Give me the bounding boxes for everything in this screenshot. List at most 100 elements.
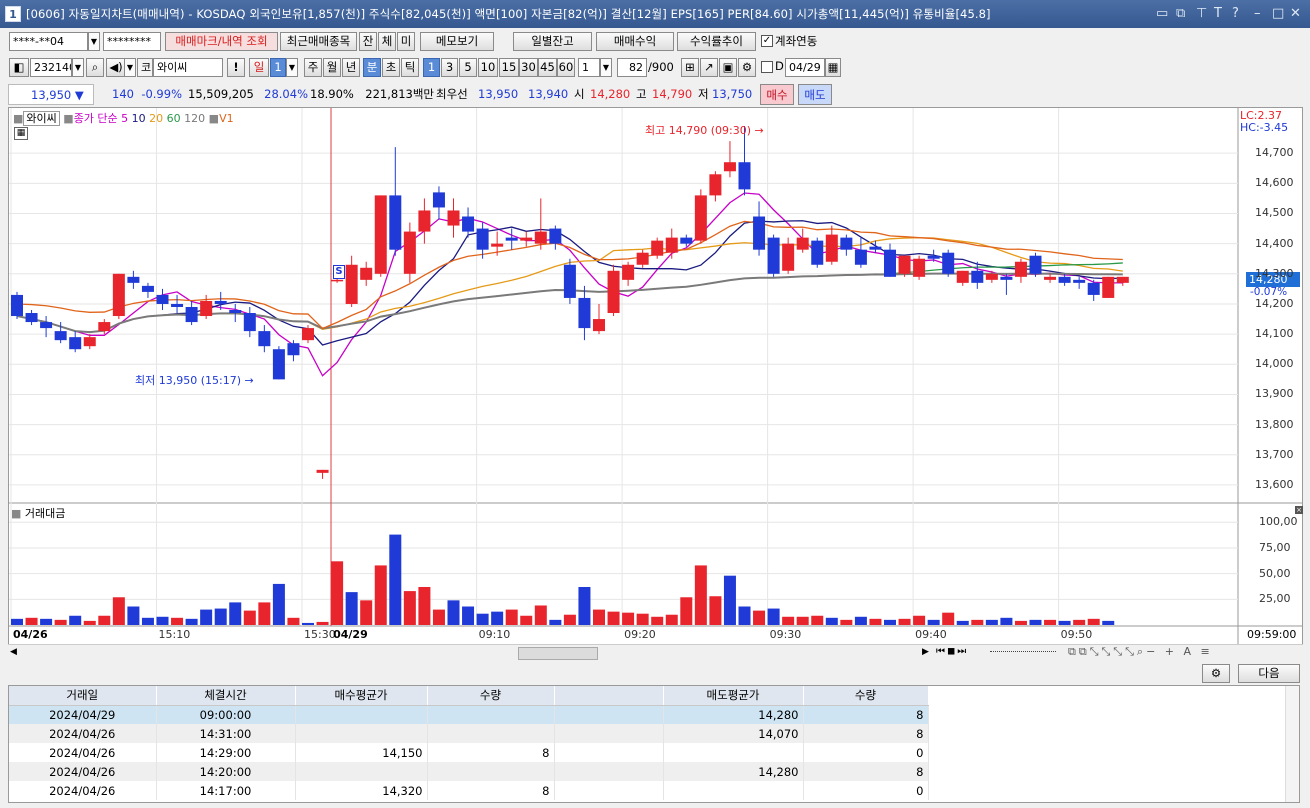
count-dropdown-icon[interactable]: ▼ [600, 58, 612, 77]
close-icon[interactable]: ✕ [1290, 0, 1301, 28]
minimize-icon[interactable]: – [1254, 0, 1261, 28]
pin-icon[interactable]: ⊤ [1196, 0, 1207, 28]
open-label: 시 [574, 87, 585, 101]
period-minute-button[interactable]: 분 [363, 58, 381, 77]
password-field[interactable]: ******** [103, 32, 161, 51]
memo-button[interactable]: 메모보기 [420, 32, 494, 51]
stock-list-icon[interactable]: ◧ [9, 58, 29, 77]
price-tick-label: 14,600 [1255, 176, 1294, 190]
trade-mark-button[interactable]: 매매마크/내역 조회 [165, 32, 278, 51]
daily-balance-button[interactable]: 일별잔고 [513, 32, 592, 51]
balance-button[interactable]: 잔 [359, 32, 377, 51]
sound-icon[interactable]: ◀) [106, 58, 126, 77]
period-month-button[interactable]: 월 [323, 58, 341, 77]
next-button[interactable]: 다음 [1238, 664, 1300, 683]
settings-icon[interactable]: ⚙ [1202, 664, 1230, 683]
grid-toggle-icon[interactable]: ▦ [14, 127, 28, 140]
d-checkbox[interactable] [761, 61, 773, 73]
legend-stock-name[interactable]: 와이씨 [23, 111, 60, 126]
code-dropdown-icon[interactable]: ▼ [72, 58, 84, 77]
sound-dropdown-icon[interactable]: ▼ [124, 58, 136, 77]
period-num-field[interactable]: 1 [270, 58, 286, 77]
interval-30-button[interactable]: 30 [519, 58, 538, 77]
tile-icon[interactable]: ⧉ [1176, 0, 1185, 28]
sell-signal-marker[interactable]: S [333, 265, 345, 279]
candle-body [1102, 276, 1115, 298]
zoom-slider[interactable] [990, 651, 1056, 654]
volume-tick-label: 75,00 [1259, 540, 1291, 554]
count-field[interactable]: 82 [617, 58, 647, 77]
interval-5-button[interactable]: 5 [459, 58, 477, 77]
time-label: 09:30 [769, 628, 802, 641]
candle-body [549, 228, 562, 244]
account-dropdown-icon[interactable]: ▼ [88, 32, 100, 51]
period-day-button[interactable]: 일 [249, 58, 269, 77]
stock-code-field[interactable]: 232140 [30, 58, 72, 77]
table-cell [295, 762, 428, 781]
chart-scroll-thumb[interactable] [518, 647, 598, 660]
table-cell: 14,150 [295, 743, 428, 762]
scroll-right-icon[interactable]: ▶ [922, 647, 929, 657]
volume-bar [956, 620, 969, 625]
table-cell: 09:00:00 [156, 705, 296, 724]
interval-3-button[interactable]: 3 [441, 58, 458, 77]
interval-10-button[interactable]: 10 [478, 58, 498, 77]
scroll-left-icon[interactable]: ◀ [10, 647, 17, 657]
interval-1-button[interactable]: 1 [423, 58, 440, 77]
table-cell [554, 743, 664, 762]
candle-body [840, 237, 853, 250]
volume-bar [651, 616, 664, 625]
sell-button[interactable]: 매도 [798, 84, 832, 105]
interval-15-button[interactable]: 15 [499, 58, 519, 77]
candle-body [389, 195, 402, 250]
settings-gear-icon[interactable]: ⚙ [738, 58, 756, 77]
help-icon[interactable]: ? [1232, 0, 1239, 28]
table-scrollbar[interactable] [1285, 686, 1299, 802]
candle-body [185, 306, 198, 323]
period-second-button[interactable]: 초 [382, 58, 400, 77]
table-cell: 0 [803, 743, 929, 762]
chart-tool-icons[interactable]: ⧉⧉⤡⤡⤡⤡⌕− + A ≡ [1068, 645, 1213, 659]
col-time: 체결시간 [156, 686, 296, 706]
table-row[interactable]: 2024/04/26 14:20:00 14,280 8 [9, 762, 929, 781]
table-row[interactable]: 2024/04/26 14:29:00 14,150 8 0 [9, 743, 929, 762]
text-icon[interactable]: T [1214, 0, 1222, 28]
table-row[interactable]: 2024/04/29 09:00:00 14,280 8 [9, 705, 929, 724]
interval-45-button[interactable]: 45 [538, 58, 557, 77]
period-dropdown-icon[interactable]: ▼ [286, 58, 298, 77]
period-tick-button[interactable]: 틱 [401, 58, 419, 77]
volume-bar [69, 615, 82, 625]
interval-60-button[interactable]: 60 [557, 58, 575, 77]
search-icon[interactable]: ⌕ [86, 58, 104, 77]
table-cell: 8 [803, 762, 929, 781]
period-week-button[interactable]: 주 [304, 58, 322, 77]
table-row[interactable]: 2024/04/26 14:31:00 14,070 8 [9, 724, 929, 743]
volume-bar [432, 609, 445, 625]
volume-panel-close-icon[interactable]: × [1295, 506, 1303, 514]
recent-stocks-button[interactable]: 최근매매종목 [280, 32, 357, 51]
alert-button[interactable]: ! [227, 58, 245, 77]
trade-profit-button[interactable]: 매매수익 [596, 32, 674, 51]
account-field[interactable]: ****-**04 [9, 32, 88, 51]
maximize-icon[interactable]: □ [1272, 0, 1284, 28]
restore-icon[interactable]: ▭ [1156, 0, 1168, 28]
indicator-icon[interactable]: ⊞ [681, 58, 699, 77]
stock-name-field[interactable]: 와이씨 [153, 58, 223, 77]
date-field[interactable]: 04/29 [785, 58, 825, 77]
return-trend-button[interactable]: 수익률추이 [677, 32, 756, 51]
legend-ma20: 20 [149, 112, 164, 125]
buy-button[interactable]: 매수 [760, 84, 794, 105]
playback-controls[interactable]: ⏮◼⏭ [936, 646, 968, 657]
table-row[interactable]: 2024/04/26 14:17:00 14,320 8 0 [9, 781, 929, 800]
save-icon[interactable]: ▣ [719, 58, 737, 77]
execution-button[interactable]: 체 [378, 32, 396, 51]
draw-icon[interactable]: ↗ [700, 58, 718, 77]
candle-body [214, 300, 227, 304]
calendar-icon[interactable]: ▦ [825, 58, 841, 77]
count-select[interactable]: 1 [578, 58, 600, 77]
chart-panel[interactable]: ■ 와이씨 ■종가 단순 5 10 20 60 120 ■V1 ▦ LC:2.37… [8, 107, 1303, 660]
volume-bar [709, 596, 722, 625]
unfilled-button[interactable]: 미 [397, 32, 415, 51]
account-link-checkbox[interactable]: ✓ [761, 35, 773, 47]
period-year-button[interactable]: 년 [342, 58, 360, 77]
